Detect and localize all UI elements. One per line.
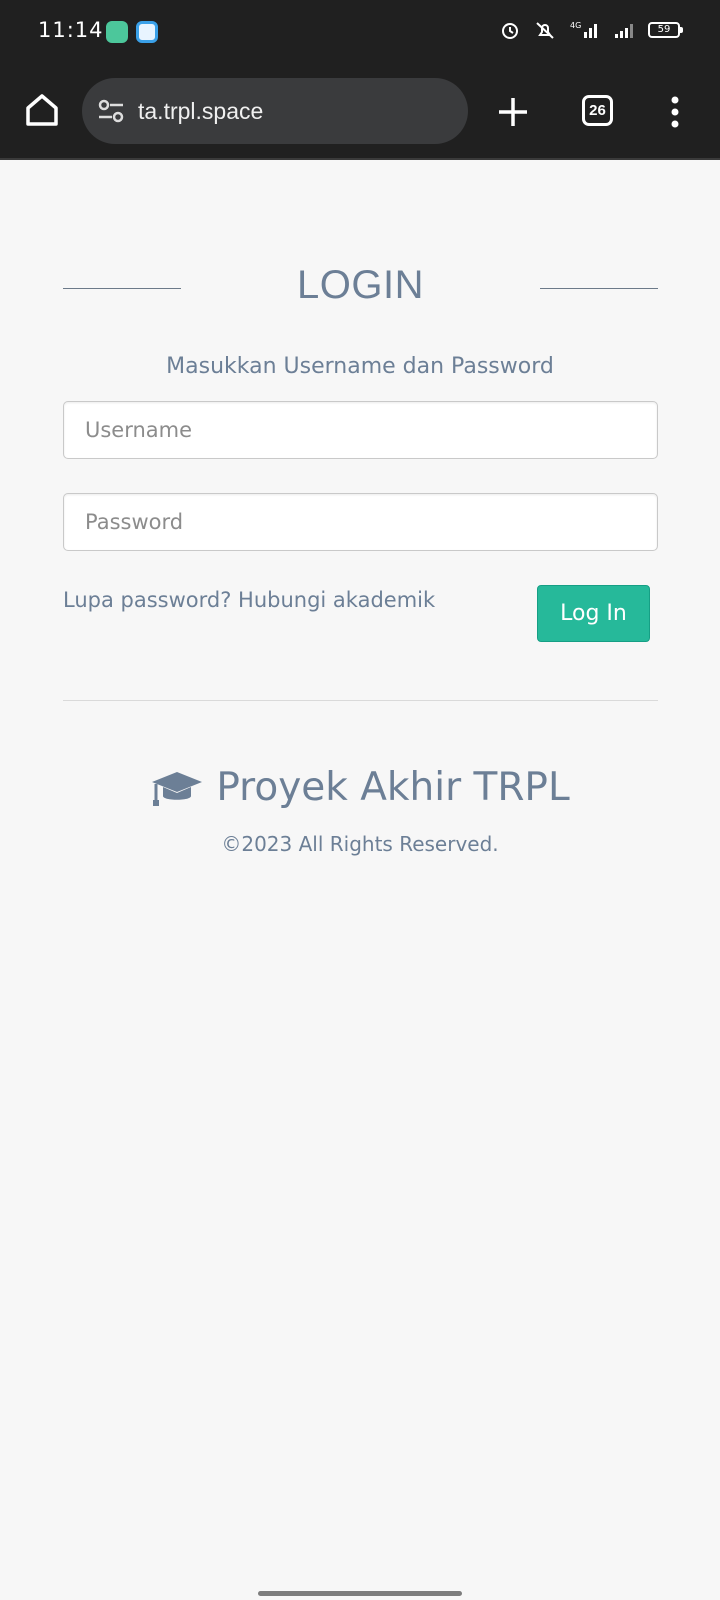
status-time: 11:14 [38, 18, 104, 42]
login-heading: LOGIN [63, 263, 658, 313]
new-tab-icon[interactable] [493, 92, 533, 132]
url-text[interactable]: ta.trpl.space [138, 98, 263, 125]
login-button[interactable]: Log In [537, 585, 650, 642]
brand-name: Proyek Akhir TRPL [216, 765, 570, 810]
signal-icon [615, 24, 633, 38]
browser-toolbar: ta.trpl.space 26 [0, 64, 720, 160]
network-type: 4G [570, 21, 581, 30]
home-indicator[interactable] [258, 1591, 462, 1596]
forgot-password-link[interactable]: Lupa password? Hubungi akademik [63, 588, 435, 612]
copyright-text: ©2023 All Rights Reserved. [221, 832, 499, 856]
battery-icon: 59 [648, 22, 683, 38]
url-bar[interactable]: ta.trpl.space [82, 78, 468, 144]
alarm-icon [502, 23, 518, 39]
login-instruction: Masukkan Username dan Password [166, 354, 554, 379]
section-divider [63, 700, 658, 701]
site-settings-icon[interactable] [96, 96, 126, 126]
tab-switcher-button[interactable]: 26 [582, 95, 613, 126]
graduation-cap-icon [152, 771, 203, 806]
signal-icon: 4G [570, 21, 597, 38]
home-icon[interactable] [22, 90, 62, 130]
login-page: LOGIN Masukkan Username dan Password Lup… [0, 160, 720, 1600]
username-input[interactable] [63, 401, 658, 459]
status-icons: 4G 59 [500, 20, 683, 40]
footer-brand: Proyek Akhir TRPL [0, 765, 720, 810]
more-menu-icon[interactable] [665, 92, 685, 132]
page-title: LOGIN [297, 263, 424, 307]
mute-icon [536, 22, 554, 39]
app-notification-icon [136, 21, 158, 43]
heading-divider-right [540, 288, 658, 289]
status-bar: 11:14 4G 59 [0, 0, 720, 64]
password-input[interactable] [63, 493, 658, 551]
app-notification-icon [106, 21, 128, 43]
